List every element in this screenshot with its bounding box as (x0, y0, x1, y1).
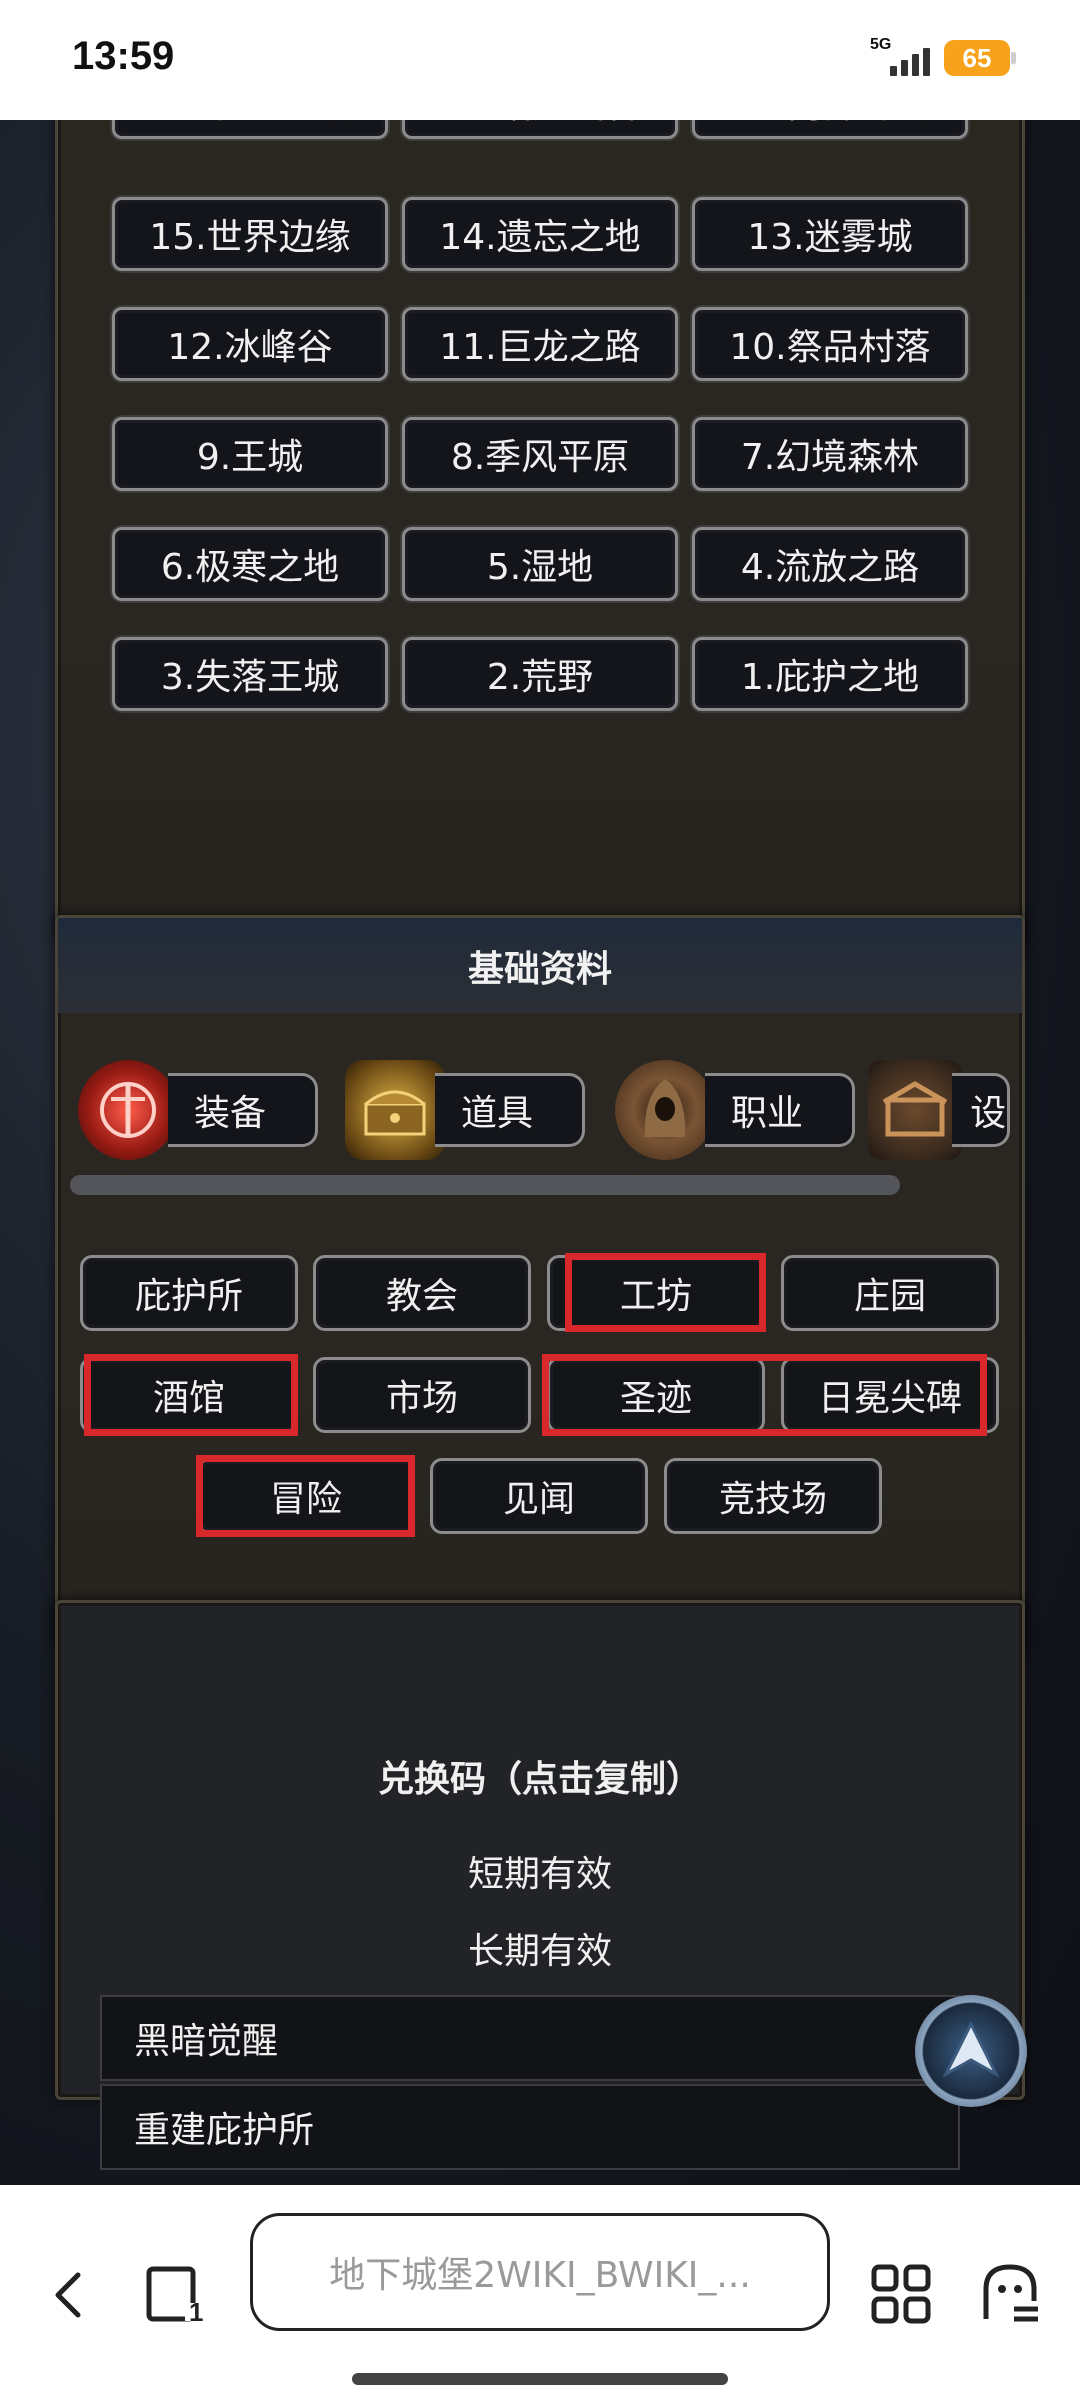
tab-facilities[interactable]: 设 (868, 1060, 1010, 1160)
treasure-chest-icon (345, 1060, 445, 1160)
zone-button[interactable]: 12.冰峰谷 (112, 307, 388, 381)
tab-label: 装备 (168, 1073, 318, 1147)
tab-items[interactable]: 道具 (345, 1060, 585, 1160)
tab-class[interactable]: 职业 (615, 1060, 855, 1160)
highlight-box (542, 1354, 987, 1436)
zone-button[interactable]: 15.世界边缘 (112, 197, 388, 271)
zone-button[interactable]: 1.庇护之地 (692, 637, 968, 711)
tab-equipment[interactable]: 装备 (78, 1060, 318, 1160)
zone-button[interactable]: 5.湿地 (402, 527, 678, 601)
tabs-icon[interactable]: 1 (145, 2263, 207, 2327)
zone-button[interactable]: 9.王城 (112, 417, 388, 491)
hooded-figure-icon (615, 1060, 715, 1160)
button-arena[interactable]: 竞技场 (664, 1458, 882, 1534)
button-manor[interactable]: 庄园 (781, 1255, 999, 1331)
back-to-top-button[interactable] (915, 1995, 1027, 2107)
svg-text:1: 1 (189, 2297, 203, 2325)
arrow-up-icon (942, 2020, 1000, 2078)
browser-toolbar: 1 地下城堡2WIKI_BWIKI_... (0, 2185, 1080, 2400)
zone-button[interactable]: 11.巨龙之路 (402, 307, 678, 381)
button-church[interactable]: 教会 (313, 1255, 531, 1331)
zone-button[interactable]: 16.南部海域 (692, 120, 968, 139)
highlight-box (565, 1253, 766, 1332)
zone-button[interactable]: 8.季风平原 (402, 417, 678, 491)
battery-level: 65 (962, 42, 992, 73)
battery-icon: 65 (944, 40, 1016, 76)
zone-button[interactable]: 2.荒野 (402, 637, 678, 711)
panel-title: 基础资料 (58, 918, 1022, 1013)
address-bar[interactable]: 地下城堡2WIKI_BWIKI_... (250, 2213, 830, 2331)
long-term-link[interactable]: 长期有效 (0, 1922, 1080, 1974)
highlight-box (84, 1354, 298, 1436)
back-icon[interactable] (44, 2265, 92, 2325)
zone-button[interactable]: 17.暗月渊谷 (402, 120, 678, 139)
home-indicator[interactable] (352, 2373, 728, 2385)
zone-button[interactable]: 10.祭品村落 (692, 307, 968, 381)
apps-grid-icon[interactable] (870, 2263, 932, 2325)
building-icon (868, 1060, 963, 1160)
tab-label: 道具 (435, 1073, 585, 1147)
equipment-icon (78, 1060, 178, 1160)
highlight-box (196, 1455, 415, 1537)
zone-button[interactable]: 13.迷雾城 (692, 197, 968, 271)
zone-button[interactable]: 6.极寒之地 (112, 527, 388, 601)
short-term-link[interactable]: 短期有效 (0, 1845, 1080, 1897)
status-bar: 13:59 5G 65 (0, 0, 1080, 120)
tabs-scrollbar[interactable] (70, 1175, 900, 1195)
zone-button[interactable]: 3.失落王城 (112, 637, 388, 711)
network-type: 5G (870, 36, 892, 53)
tab-label: 设 (952, 1073, 1010, 1147)
zone-button[interactable]: 7.幻境森林 (692, 417, 968, 491)
codes-title[interactable]: 兑换码（点击复制） (0, 1750, 1080, 1802)
tab-label: 职业 (705, 1073, 855, 1147)
zone-button[interactable]: 14.遗忘之地 (402, 197, 678, 271)
zone-button[interactable]: 18.永垂之殿 (112, 120, 388, 139)
zone-button[interactable]: 4.流放之路 (692, 527, 968, 601)
code-item[interactable]: 重建庇护所 (100, 2084, 960, 2170)
button-knowledge[interactable]: 见闻 (430, 1458, 648, 1534)
code-item[interactable]: 黑暗觉醒 (100, 1995, 960, 2081)
button-shelter[interactable]: 庇护所 (80, 1255, 298, 1331)
clock: 13:59 (72, 34, 175, 78)
signal-icon: 5G (870, 36, 930, 80)
ghost-menu-icon[interactable] (978, 2261, 1042, 2325)
button-market[interactable]: 市场 (313, 1357, 531, 1433)
